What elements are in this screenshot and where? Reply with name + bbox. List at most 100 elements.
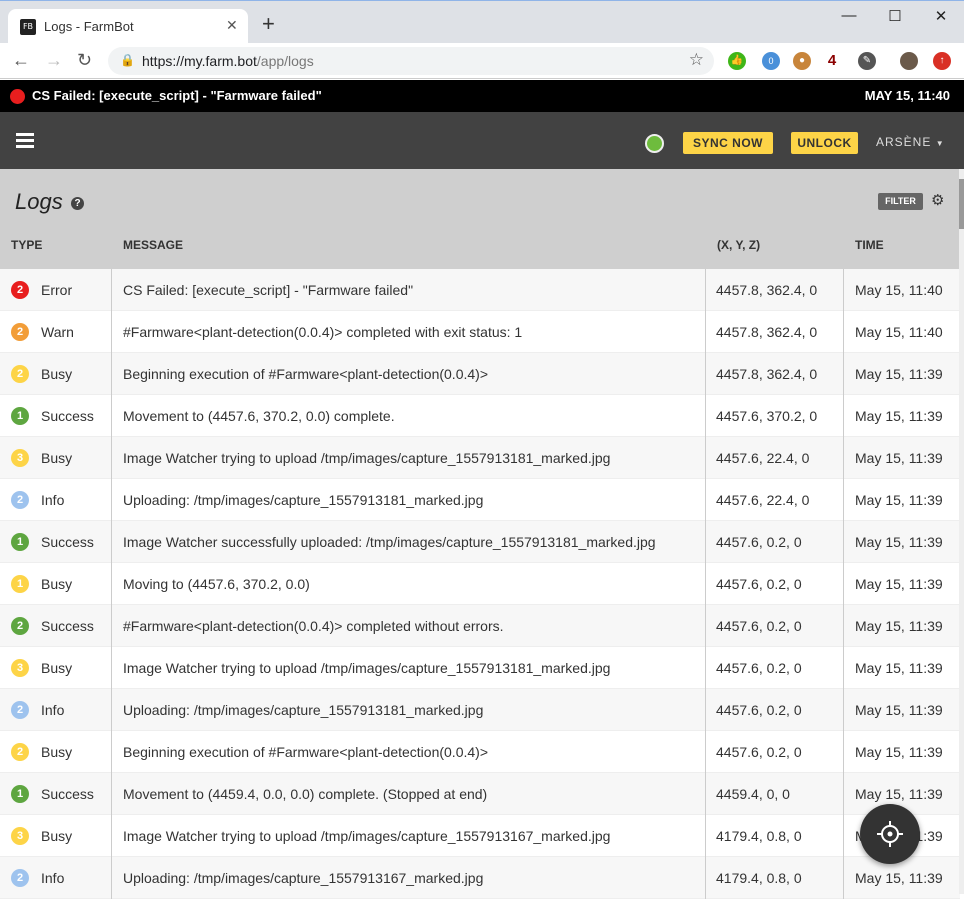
filter-button[interactable]: FILTER bbox=[878, 193, 923, 210]
message-cell: Image Watcher trying to upload /tmp/imag… bbox=[112, 815, 706, 857]
position-cell: 4457.8, 362.4, 0 bbox=[706, 269, 844, 311]
page-scrollbar[interactable] bbox=[959, 169, 964, 894]
reload-icon[interactable]: ↻ bbox=[77, 50, 92, 71]
time-cell: May 15, 11:39 bbox=[855, 702, 943, 718]
verbosity-badge: 1 bbox=[11, 407, 29, 425]
type-label: Busy bbox=[41, 660, 73, 676]
tab-title: Logs - FarmBot bbox=[44, 19, 134, 34]
verbosity-badge: 2 bbox=[11, 617, 29, 635]
table-row: 2 Success #Farmware<plant-detection(0.0.4)… bbox=[0, 605, 960, 647]
time-cell: May 15, 11:39 bbox=[855, 744, 943, 760]
time-cell: May 15, 11:40 bbox=[855, 324, 943, 340]
time-cell: May 15, 11:39 bbox=[855, 618, 943, 634]
message-cell: Image Watcher trying to upload /tmp/imag… bbox=[112, 647, 706, 689]
type-cell: 2 Warn bbox=[0, 311, 112, 353]
type-cell: 2 Info bbox=[0, 479, 112, 521]
column-header-time: TIME bbox=[855, 238, 884, 252]
message-cell: Beginning execution of #Farmware<plant-d… bbox=[112, 731, 706, 773]
help-icon[interactable]: ? bbox=[71, 197, 84, 210]
verbosity-badge: 3 bbox=[11, 449, 29, 467]
time-cell: May 15, 11:39 bbox=[855, 660, 943, 676]
minimize-icon[interactable]: — bbox=[826, 7, 872, 27]
hamburger-menu-icon[interactable] bbox=[16, 133, 34, 148]
verbosity-badge: 2 bbox=[11, 281, 29, 299]
verbosity-badge: 2 bbox=[11, 491, 29, 509]
type-label: Busy bbox=[41, 450, 73, 466]
extension-thumbs-icon[interactable]: 👍 bbox=[728, 52, 746, 70]
verbosity-badge: 1 bbox=[11, 533, 29, 551]
position-cell: 4457.6, 0.2, 0 bbox=[706, 647, 844, 689]
type-cell: 2 Error bbox=[0, 269, 112, 311]
position-cell: 4179.4, 0.8, 0 bbox=[706, 857, 844, 899]
type-label: Success bbox=[41, 618, 94, 634]
type-cell: 2 Info bbox=[0, 689, 112, 731]
type-cell: 3 Busy bbox=[0, 437, 112, 479]
type-label: Info bbox=[41, 492, 65, 508]
forward-arrow-icon[interactable]: → bbox=[45, 50, 63, 71]
message-cell: Uploading: /tmp/images/capture_155791316… bbox=[112, 857, 706, 899]
column-header-message: MESSAGE bbox=[123, 238, 184, 252]
message-cell: Movement to (4457.6, 370.2, 0.0) complet… bbox=[112, 395, 706, 437]
back-arrow-icon[interactable]: ← bbox=[12, 50, 30, 71]
sync-now-button[interactable]: SYNC NOW bbox=[683, 132, 773, 154]
time-cell: May 15, 11:40 bbox=[855, 282, 943, 298]
type-label: Info bbox=[41, 702, 65, 718]
extension-network-icon[interactable]: 0 bbox=[762, 52, 780, 70]
type-cell: 2 Success bbox=[0, 605, 112, 647]
position-cell: 4457.8, 362.4, 0 bbox=[706, 311, 844, 353]
profile-avatar[interactable] bbox=[900, 52, 918, 70]
logs-panel-header: Logs ? FILTER ⚙ TYPE MESSAGE (X, Y, Z) T… bbox=[0, 169, 960, 269]
table-row: 1 Success Movement to (4459.4, 0.0, 0.0) c… bbox=[0, 773, 960, 815]
window-close-icon[interactable]: ✕ bbox=[918, 7, 964, 27]
bookmark-star-icon[interactable]: ☆ bbox=[689, 50, 704, 70]
type-label: Error bbox=[41, 282, 73, 298]
browser-tab[interactable]: FB Logs - FarmBot ✕ bbox=[8, 9, 248, 44]
page-title: Logs bbox=[15, 189, 63, 214]
table-row: 2 Busy Beginning execution of #Farmware<pl… bbox=[0, 353, 960, 395]
browser-titlebar: FB Logs - FarmBot ✕ + — ☐ ✕ bbox=[0, 0, 964, 44]
scrollbar-thumb[interactable] bbox=[959, 179, 964, 229]
gear-icon[interactable]: ⚙ bbox=[931, 191, 944, 209]
update-arrow-icon[interactable]: ↑ bbox=[933, 52, 951, 70]
message-cell: #Farmware<plant-detection(0.0.4)> comple… bbox=[112, 605, 706, 647]
verbosity-badge: 1 bbox=[11, 785, 29, 803]
caret-down-icon: ▼ bbox=[935, 139, 945, 148]
extension-badge-icon[interactable]: 4 bbox=[823, 52, 841, 70]
table-row: 1 Success Movement to (4457.6, 370.2, 0.0)… bbox=[0, 395, 960, 437]
connection-status-dot-icon[interactable] bbox=[645, 134, 664, 153]
url-field[interactable]: 🔒 https://my.farm.bot/app/logs ☆ bbox=[108, 47, 714, 75]
maximize-icon[interactable]: ☐ bbox=[872, 7, 918, 27]
table-row: 2 Warn #Farmware<plant-detection(0.0.4)> c… bbox=[0, 311, 960, 353]
table-row: 3 Busy Image Watcher trying to upload /tmp… bbox=[0, 647, 960, 689]
message-cell: Image Watcher successfully uploaded: /tm… bbox=[112, 521, 706, 563]
crosshair-move-icon bbox=[877, 821, 903, 847]
user-menu[interactable]: ARSÈNE ▼ bbox=[876, 135, 945, 149]
position-cell: 4457.6, 0.2, 0 bbox=[706, 605, 844, 647]
position-cell: 4457.6, 0.2, 0 bbox=[706, 731, 844, 773]
message-cell: Image Watcher trying to upload /tmp/imag… bbox=[112, 437, 706, 479]
message-cell: Beginning execution of #Farmware<plant-d… bbox=[112, 353, 706, 395]
status-ticker[interactable]: CS Failed: [execute_script] - "Farmware … bbox=[0, 80, 964, 112]
time-cell: May 15, 11:39 bbox=[855, 534, 943, 550]
type-label: Busy bbox=[41, 576, 73, 592]
type-cell: 2 Busy bbox=[0, 731, 112, 773]
type-cell: 1 Success bbox=[0, 521, 112, 563]
table-row: 1 Busy Moving to (4457.6, 370.2, 0.0) 4457.… bbox=[0, 563, 960, 605]
extension-cookie-icon[interactable]: ● bbox=[793, 52, 811, 70]
type-label: Success bbox=[41, 786, 94, 802]
url-text: https://my.farm.bot/app/logs bbox=[142, 53, 314, 69]
table-row: 2 Info Uploading: /tmp/images/capture_1557… bbox=[0, 689, 960, 731]
app-navbar: SYNC NOW UNLOCK ARSÈNE ▼ bbox=[0, 112, 964, 169]
type-cell: 3 Busy bbox=[0, 815, 112, 857]
close-tab-icon[interactable]: ✕ bbox=[226, 17, 238, 34]
position-cell: 4459.4, 0, 0 bbox=[706, 773, 844, 815]
unlock-button[interactable]: UNLOCK bbox=[791, 132, 858, 154]
move-controls-button[interactable] bbox=[860, 804, 920, 864]
time-cell: May 15, 11:39 bbox=[855, 408, 943, 424]
new-tab-icon[interactable]: + bbox=[262, 13, 275, 35]
message-cell: Moving to (4457.6, 370.2, 0.0) bbox=[112, 563, 706, 605]
verbosity-badge: 2 bbox=[11, 365, 29, 383]
extension-dropper-icon[interactable]: ✎ bbox=[858, 52, 876, 70]
table-row: 1 Success Image Watcher successfully uploa… bbox=[0, 521, 960, 563]
table-row: 2 Error CS Failed: [execute_script] - "Far… bbox=[0, 269, 960, 311]
